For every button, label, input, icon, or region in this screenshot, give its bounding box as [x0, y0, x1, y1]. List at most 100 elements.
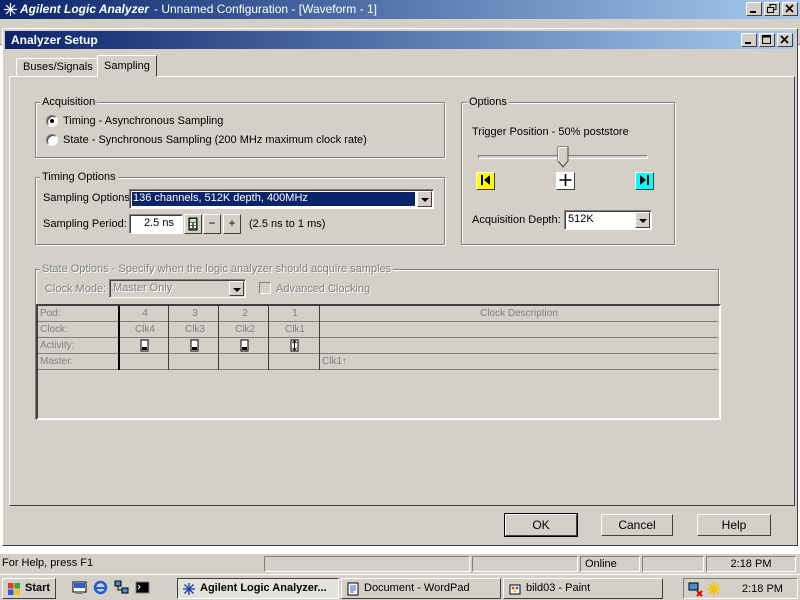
table-row: Pod: 4 3 2 1 Clock Description	[38, 306, 718, 322]
taskbar-item-analyzer[interactable]: Agilent Logic Analyzer...	[177, 578, 339, 599]
agilent-logo-icon	[4, 3, 17, 16]
app-title-config: - Unnamed Configuration - [Waveform - 1]	[154, 2, 377, 16]
ok-button[interactable]: OK	[504, 513, 578, 537]
close-icon	[780, 35, 789, 44]
advanced-clocking-label: Advanced Clocking	[276, 283, 371, 295]
taskbar-item-label: Document - WordPad	[364, 582, 470, 594]
trigger-slider-thumb[interactable]	[557, 146, 569, 168]
clock-mode-select[interactable]: Master Only	[109, 279, 246, 298]
console-icon[interactable]	[135, 580, 150, 595]
help-button[interactable]: Help	[697, 514, 771, 536]
acquisition-legend: Acquisition	[40, 96, 98, 108]
close-button[interactable]	[782, 2, 798, 16]
table-divider	[218, 306, 219, 370]
clock-mode-label: Clock Mode:	[45, 283, 107, 295]
status-bar: For Help, press F1 Online 2:18 PM	[0, 554, 800, 574]
app-title-name: Agilent Logic Analyzer	[20, 2, 149, 16]
activity-low-icon	[240, 339, 249, 352]
timing-radio[interactable]	[46, 115, 58, 127]
taskbar-item-label: bild03 - Paint	[526, 582, 591, 594]
trigger-start-button[interactable]	[476, 172, 495, 190]
clock-2: Clk2	[234, 324, 255, 335]
network-disconnected-icon[interactable]	[688, 581, 704, 597]
clock-4: Clk4	[134, 324, 155, 335]
chevron-down-icon[interactable]	[229, 281, 244, 296]
row-label-pod: Pod:	[40, 308, 61, 319]
sampling-period-label: Sampling Period:	[43, 218, 127, 230]
table-row: Master: Clk1↑	[38, 354, 718, 370]
status-online: Online	[585, 558, 617, 570]
table-divider	[168, 306, 169, 370]
state-radio-label: State - Synchronous Sampling (200 MHz ma…	[63, 134, 367, 146]
clock-description-header: Clock Description	[480, 308, 558, 319]
master-description: Clk1↑	[322, 356, 348, 367]
dialog-close-button[interactable]	[777, 33, 793, 47]
dialog-minimize-button[interactable]	[741, 33, 757, 47]
taskbar-item-label: Agilent Logic Analyzer...	[200, 582, 327, 594]
sampling-period-input[interactable]: 2.5 ns	[129, 214, 183, 234]
timing-options-legend: Timing Options	[40, 171, 118, 183]
status-online-pane: Online	[580, 556, 640, 572]
paint-icon	[509, 584, 521, 595]
increment-button[interactable]: +	[223, 214, 241, 234]
acquisition-group	[35, 102, 445, 158]
dialog-maximize-button[interactable]	[759, 33, 775, 47]
tab-sampling-label: Sampling	[104, 60, 150, 72]
close-icon	[785, 4, 794, 13]
table-divider	[319, 306, 320, 370]
status-pane	[472, 556, 578, 572]
acquisition-depth-label: Acquisition Depth:	[472, 214, 561, 226]
row-label-activity: Activity:	[40, 340, 75, 351]
trigger-center-button[interactable]	[556, 172, 575, 190]
power-status-icon[interactable]	[706, 581, 722, 597]
cancel-button[interactable]: Cancel	[601, 514, 673, 536]
tab-buses-signals[interactable]: Buses/Signals	[16, 58, 100, 77]
taskbar-item-wordpad[interactable]: Document - WordPad	[341, 578, 501, 599]
status-time-pane: 2:18 PM	[706, 556, 796, 572]
clock-mode-value: Master Only	[113, 282, 173, 294]
calculator-icon	[188, 217, 198, 231]
sampling-options-value: 136 channels, 512K depth, 400MHz	[133, 192, 308, 204]
timing-options-group	[35, 177, 445, 245]
sampling-period-value: 2.5 ns	[144, 217, 174, 229]
clock-1: Clk1	[284, 324, 305, 335]
dialog-title: Analyzer Setup	[11, 33, 98, 47]
timing-radio-label: Timing - Asynchronous Sampling	[63, 115, 224, 127]
minimize-icon	[750, 11, 756, 13]
tab-sampling[interactable]: Sampling	[97, 55, 157, 77]
network-icon[interactable]	[114, 580, 129, 595]
chevron-down-icon[interactable]	[635, 212, 650, 228]
calculator-button[interactable]	[184, 214, 202, 234]
minimize-button[interactable]	[746, 2, 762, 16]
skip-to-end-icon	[640, 175, 649, 185]
show-desktop-icon[interactable]	[72, 580, 87, 595]
help-button-label: Help	[721, 518, 747, 532]
table-row: Activity:	[38, 338, 718, 354]
table-row: Clock: Clk4 Clk3 Clk2 Clk1	[38, 322, 718, 338]
pod-3: 3	[192, 308, 198, 319]
acquisition-depth-value: 512K	[568, 213, 594, 225]
maximize-icon	[762, 35, 771, 44]
state-radio[interactable]	[46, 134, 58, 146]
taskbar: Start Agilent Logic Analyzer... Document…	[0, 574, 800, 600]
acquisition-depth-select[interactable]: 512K	[564, 210, 652, 230]
sampling-period-range: (2.5 ns to 1 ms)	[249, 218, 326, 230]
chevron-down-icon[interactable]	[417, 191, 432, 207]
trigger-end-button[interactable]	[635, 172, 654, 190]
decrement-button[interactable]: −	[203, 214, 221, 234]
quick-launch	[62, 580, 166, 598]
taskbar-item-paint[interactable]: bild03 - Paint	[503, 578, 663, 599]
internet-explorer-icon[interactable]	[93, 580, 108, 595]
state-options-legend: State Options - Specify when the logic a…	[40, 263, 394, 275]
start-button[interactable]: Start	[2, 578, 56, 599]
pod-1: 1	[292, 308, 298, 319]
advanced-clocking-checkbox[interactable]	[259, 282, 271, 294]
sampling-options-select[interactable]: 136 channels, 512K depth, 400MHz	[129, 189, 434, 209]
restore-button[interactable]	[764, 2, 780, 16]
app-window-controls	[746, 2, 798, 16]
tab-buses-signals-label: Buses/Signals	[23, 61, 93, 73]
skip-to-start-icon	[481, 175, 490, 185]
system-tray: 2:18 PM	[683, 578, 798, 599]
activity-low-icon	[140, 339, 149, 352]
clock-3: Clk3	[184, 324, 205, 335]
